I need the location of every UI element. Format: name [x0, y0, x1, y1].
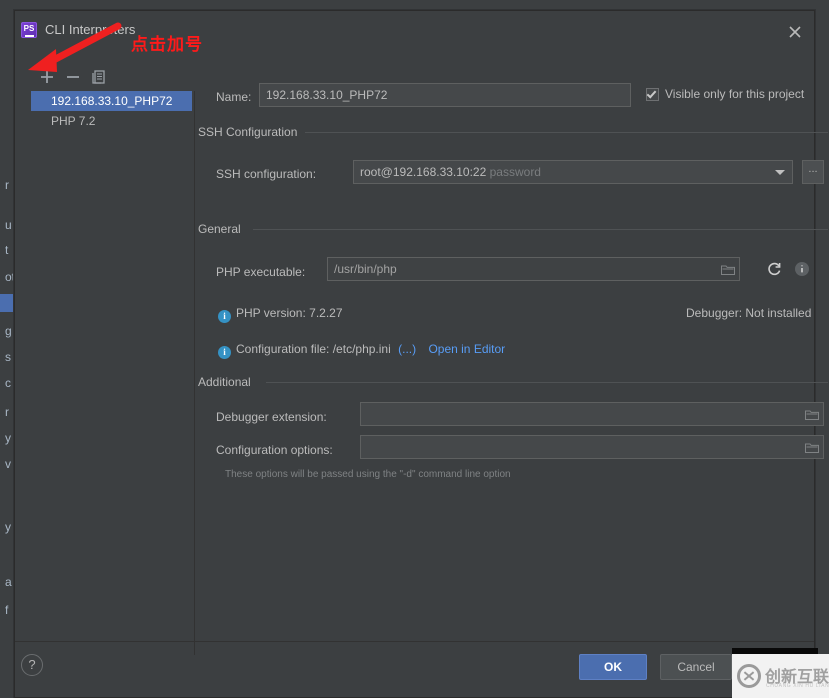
background-sidebar-strip: r u t ot g s c r y v y a f: [0, 0, 14, 698]
background-text-fragment: y: [5, 431, 11, 445]
ssh-group-title: SSH Configuration: [198, 125, 304, 139]
visible-only-label: Visible only for this project: [665, 87, 805, 101]
interpreter-list-toolbar: [35, 67, 195, 89]
background-text-fragment: f: [5, 603, 9, 617]
background-text-fragment: r: [5, 405, 9, 419]
watermark-logo-icon: [737, 664, 761, 688]
ok-button[interactable]: OK: [579, 654, 647, 680]
screen-root: r u t ot g s c r y v y a f PS CLI Interpreters: [0, 0, 829, 698]
interpreter-list[interactable]: 192.168.33.10_PHP72 PHP 7.2: [31, 91, 195, 655]
ssh-configuration-auth-hint: password: [489, 165, 541, 179]
help-button[interactable]: ?: [21, 654, 43, 676]
php-version-text: PHP version: 7.2.27: [236, 306, 343, 320]
folder-icon[interactable]: [721, 264, 735, 276]
config-file-text: Configuration file: /etc/php.ini: [236, 342, 391, 356]
background-text-fragment: ot: [5, 270, 14, 284]
additional-group: Additional: [198, 375, 828, 389]
background-text-fragment: t: [5, 243, 9, 257]
info-badge-icon: i: [218, 310, 231, 323]
info-badge-icon-2: i: [218, 346, 231, 359]
cli-interpreters-dialog: PS CLI Interpreters 192.168.33.10_PHP72 …: [14, 10, 828, 698]
name-input[interactable]: 192.168.33.10_PHP72: [259, 83, 631, 107]
background-text-fragment: g: [5, 324, 12, 338]
ssh-configuration-value: root@192.168.33.10:22: [360, 165, 487, 179]
watermark-subtext: CHUANG XIN HU LIAN: [766, 683, 829, 689]
open-in-editor-link[interactable]: Open in Editor: [428, 342, 505, 356]
background-text-fragment: v: [5, 457, 11, 471]
debugger-extension-label: Debugger extension:: [216, 410, 327, 424]
folder-icon-debugger[interactable]: [805, 409, 819, 421]
cancel-button[interactable]: Cancel: [660, 654, 732, 680]
general-group-title: General: [198, 222, 247, 236]
ssh-browse-button[interactable]: ...: [802, 160, 824, 184]
configuration-options-input[interactable]: [360, 435, 824, 459]
close-icon[interactable]: [784, 21, 806, 43]
additional-group-title: Additional: [198, 375, 257, 389]
folder-icon-config-options[interactable]: [805, 442, 819, 454]
dialog-titlebar: PS CLI Interpreters: [15, 11, 814, 47]
dialog-title: CLI Interpreters: [45, 22, 136, 37]
ssh-configuration-combo[interactable]: root@192.168.33.10:22 password: [353, 160, 793, 184]
chevron-down-icon: [775, 170, 785, 175]
background-text-fragment: r: [5, 178, 9, 192]
info-icon[interactable]: [793, 260, 811, 278]
list-item[interactable]: 192.168.33.10_PHP72: [31, 91, 192, 111]
configuration-options-label: Configuration options:: [216, 443, 333, 457]
background-text-fragment: s: [5, 350, 11, 364]
dialog-footer: ? OK Cancel: [15, 641, 814, 697]
ssh-configuration-label: SSH configuration:: [216, 167, 317, 181]
copy-interpreter-button[interactable]: [89, 67, 109, 87]
dialog-content: Name: 192.168.33.10_PHP72 Visible only f…: [196, 57, 828, 641]
name-label: Name:: [216, 90, 252, 104]
background-text-fragment: [0, 294, 14, 312]
ssh-configuration-group: SSH Configuration: [198, 125, 828, 139]
background-text-fragment: u: [5, 218, 12, 232]
checkbox-box: [646, 88, 659, 101]
php-executable-label: PHP executable:: [216, 265, 306, 279]
remove-interpreter-button[interactable]: [63, 67, 83, 87]
config-file-line: i Configuration file: /etc/php.ini (...) …: [218, 342, 505, 359]
debugger-status: Debugger: Not installed: [686, 306, 812, 320]
add-interpreter-button[interactable]: [37, 67, 57, 87]
background-top-strip: [0, 0, 829, 10]
background-text-fragment: y: [5, 520, 11, 534]
configuration-options-hint: These options will be passed using the "…: [225, 469, 511, 480]
background-text-fragment: a: [5, 575, 12, 589]
list-item[interactable]: PHP 7.2: [31, 111, 194, 131]
refresh-icon[interactable]: [765, 260, 783, 278]
phpstorm-icon: PS: [21, 22, 37, 38]
php-version-line: i PHP version: 7.2.27: [218, 306, 343, 323]
general-group: General: [198, 222, 828, 236]
footer-divider: [15, 641, 814, 642]
background-text-fragment: c: [5, 376, 11, 390]
debugger-extension-input[interactable]: [360, 402, 824, 426]
config-file-more-link[interactable]: (...): [398, 342, 416, 356]
php-executable-input[interactable]: /usr/bin/php: [327, 257, 740, 281]
watermark: 创新互联 CHUANG XIN HU LIAN: [732, 654, 829, 698]
